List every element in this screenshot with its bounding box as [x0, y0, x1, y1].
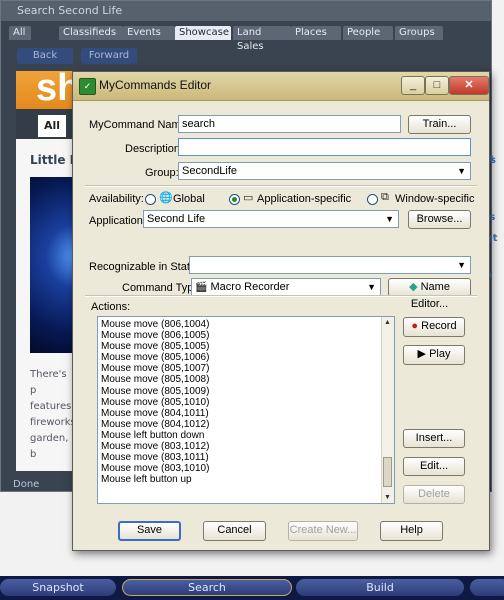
action-item[interactable]: Mouse left button down	[101, 430, 209, 441]
desc-line: features	[30, 401, 72, 412]
showcase-description: There's p features fireworks garden, b	[30, 367, 76, 463]
desc-line: garden, b	[30, 433, 69, 460]
chevron-down-icon: ▼	[385, 214, 394, 224]
browse-button[interactable]: Browse...	[408, 210, 471, 229]
action-item[interactable]: Mouse move (803,1010)	[101, 463, 209, 474]
action-item[interactable]: Mouse move (805,1010)	[101, 397, 209, 408]
windows-icon: ⧉	[381, 191, 389, 203]
delete-button[interactable]: Delete	[403, 485, 465, 504]
mycommands-editor-dialog: ✓ MyCommands Editor _ □ ✕ MyCommand Name…	[72, 71, 490, 551]
tab-classifieds[interactable]: Classifieds	[59, 26, 123, 40]
cancel-button[interactable]: Cancel	[203, 521, 266, 541]
action-item[interactable]: Mouse move (805,1007)	[101, 363, 209, 374]
application-specific-radio[interactable]	[229, 194, 240, 205]
help-button[interactable]: Help	[380, 521, 443, 541]
command-type-value: Macro Recorder	[210, 281, 290, 293]
edit-button[interactable]: Edit...	[403, 457, 465, 476]
record-label: Record	[421, 320, 457, 332]
maximize-icon[interactable]: □	[425, 76, 449, 95]
description-field[interactable]	[178, 138, 471, 156]
scroll-up-icon[interactable]: ▲	[384, 319, 391, 326]
train-button[interactable]: Train...	[408, 115, 471, 134]
global-label[interactable]: Global	[173, 193, 205, 205]
play-icon: ▶	[417, 348, 426, 360]
more-button[interactable]	[470, 579, 504, 596]
close-icon[interactable]: ✕	[449, 76, 489, 95]
tab-groups[interactable]: Groups	[395, 26, 443, 40]
build-button[interactable]: Build	[296, 579, 464, 596]
states-select[interactable]: ▼	[189, 256, 471, 274]
create-new-button[interactable]: Create New...	[288, 521, 358, 541]
command-name-label: MyCommand Name:	[89, 119, 190, 131]
application-specific-label[interactable]: Application-specific	[257, 193, 351, 205]
search-button[interactable]: Search	[122, 579, 292, 596]
action-item[interactable]: Mouse move (806,1005)	[101, 330, 209, 341]
scroll-thumb[interactable]	[383, 457, 392, 487]
actions-list[interactable]: Mouse move (806,1004) Mouse move (806,10…	[97, 316, 395, 504]
record-icon: ●	[411, 320, 419, 332]
tab-showcase[interactable]: Showcase	[175, 26, 231, 40]
command-type-select[interactable]: 🎬 Macro Recorder ▼	[191, 278, 381, 296]
action-item[interactable]: Mouse left button up	[101, 474, 209, 485]
play-label: Play	[429, 348, 451, 360]
bottom-toolbar: Snapshot Search Build	[0, 576, 504, 600]
save-button[interactable]: Save	[118, 521, 181, 541]
action-item[interactable]: Mouse move (805,1005)	[101, 341, 209, 352]
action-item[interactable]: Mouse move (805,1008)	[101, 374, 209, 385]
status-done: Done	[13, 479, 40, 490]
states-label: Recognizable in States:	[89, 261, 205, 273]
action-item[interactable]: Mouse move (806,1004)	[101, 319, 209, 330]
description-label: Description:	[125, 143, 184, 155]
chevron-down-icon: ▼	[367, 282, 376, 292]
chevron-down-icon: ▼	[457, 260, 466, 270]
dialog-title: MyCommands Editor	[99, 78, 212, 92]
back-button[interactable]: Back	[17, 48, 73, 64]
window-icon: ▭	[243, 192, 254, 204]
globe-icon: 🌐	[159, 192, 173, 204]
group-value: SecondLife	[182, 165, 238, 177]
actions-scrollbar[interactable]: ▲ ▼	[381, 317, 394, 503]
app-icon: ✓	[79, 78, 96, 95]
separator	[85, 295, 477, 297]
tab-people[interactable]: People	[343, 26, 393, 40]
action-item[interactable]: Mouse move (804,1012)	[101, 419, 209, 430]
availability-label: Availability:	[89, 193, 144, 205]
window-specific-radio[interactable]	[367, 194, 378, 205]
action-item[interactable]: Mouse move (803,1012)	[101, 441, 209, 452]
macro-icon: 🎬	[195, 282, 208, 293]
diamond-icon: ◆	[409, 281, 418, 293]
snapshot-button[interactable]: Snapshot	[0, 579, 116, 596]
action-item[interactable]: Mouse move (804,1011)	[101, 408, 209, 419]
tab-events[interactable]: Events	[123, 26, 175, 40]
application-select[interactable]: Second Life ▼	[143, 210, 399, 228]
chevron-down-icon: ▼	[457, 166, 466, 176]
tab-land-sales[interactable]: Land Sales	[233, 26, 291, 52]
record-button[interactable]: ● Record	[403, 317, 465, 337]
sl-title-bar: Search Second Life	[1, 1, 491, 21]
tab-places[interactable]: Places	[291, 26, 341, 40]
minimize-icon[interactable]: _	[401, 76, 425, 95]
actions-label: Actions:	[91, 301, 131, 313]
application-label: Application:	[89, 215, 146, 227]
dialog-title-bar: ✓ MyCommands Editor _ □ ✕	[73, 72, 489, 101]
desc-line: fireworks	[30, 417, 76, 428]
action-item[interactable]: Mouse move (805,1009)	[101, 386, 209, 397]
command-name-field[interactable]: search	[178, 115, 401, 133]
sl-window-title: Search Second Life	[17, 4, 123, 17]
global-radio[interactable]	[145, 194, 156, 205]
tab-all[interactable]: All	[9, 26, 31, 40]
window-specific-label[interactable]: Window-specific	[395, 193, 474, 205]
separator	[85, 185, 477, 187]
scroll-down-icon[interactable]: ▼	[384, 494, 391, 501]
application-value: Second Life	[147, 213, 206, 225]
play-button[interactable]: ▶ Play	[403, 345, 465, 365]
action-item[interactable]: Mouse move (803,1011)	[101, 452, 209, 463]
group-label: Group:	[145, 167, 179, 179]
forward-button[interactable]: Forward	[81, 48, 137, 64]
desc-line: There's p	[30, 369, 67, 396]
group-select[interactable]: SecondLife ▼	[178, 162, 471, 180]
all-category-button[interactable]: All	[38, 115, 66, 137]
insert-button[interactable]: Insert...	[403, 429, 465, 448]
action-item[interactable]: Mouse move (805,1006)	[101, 352, 209, 363]
